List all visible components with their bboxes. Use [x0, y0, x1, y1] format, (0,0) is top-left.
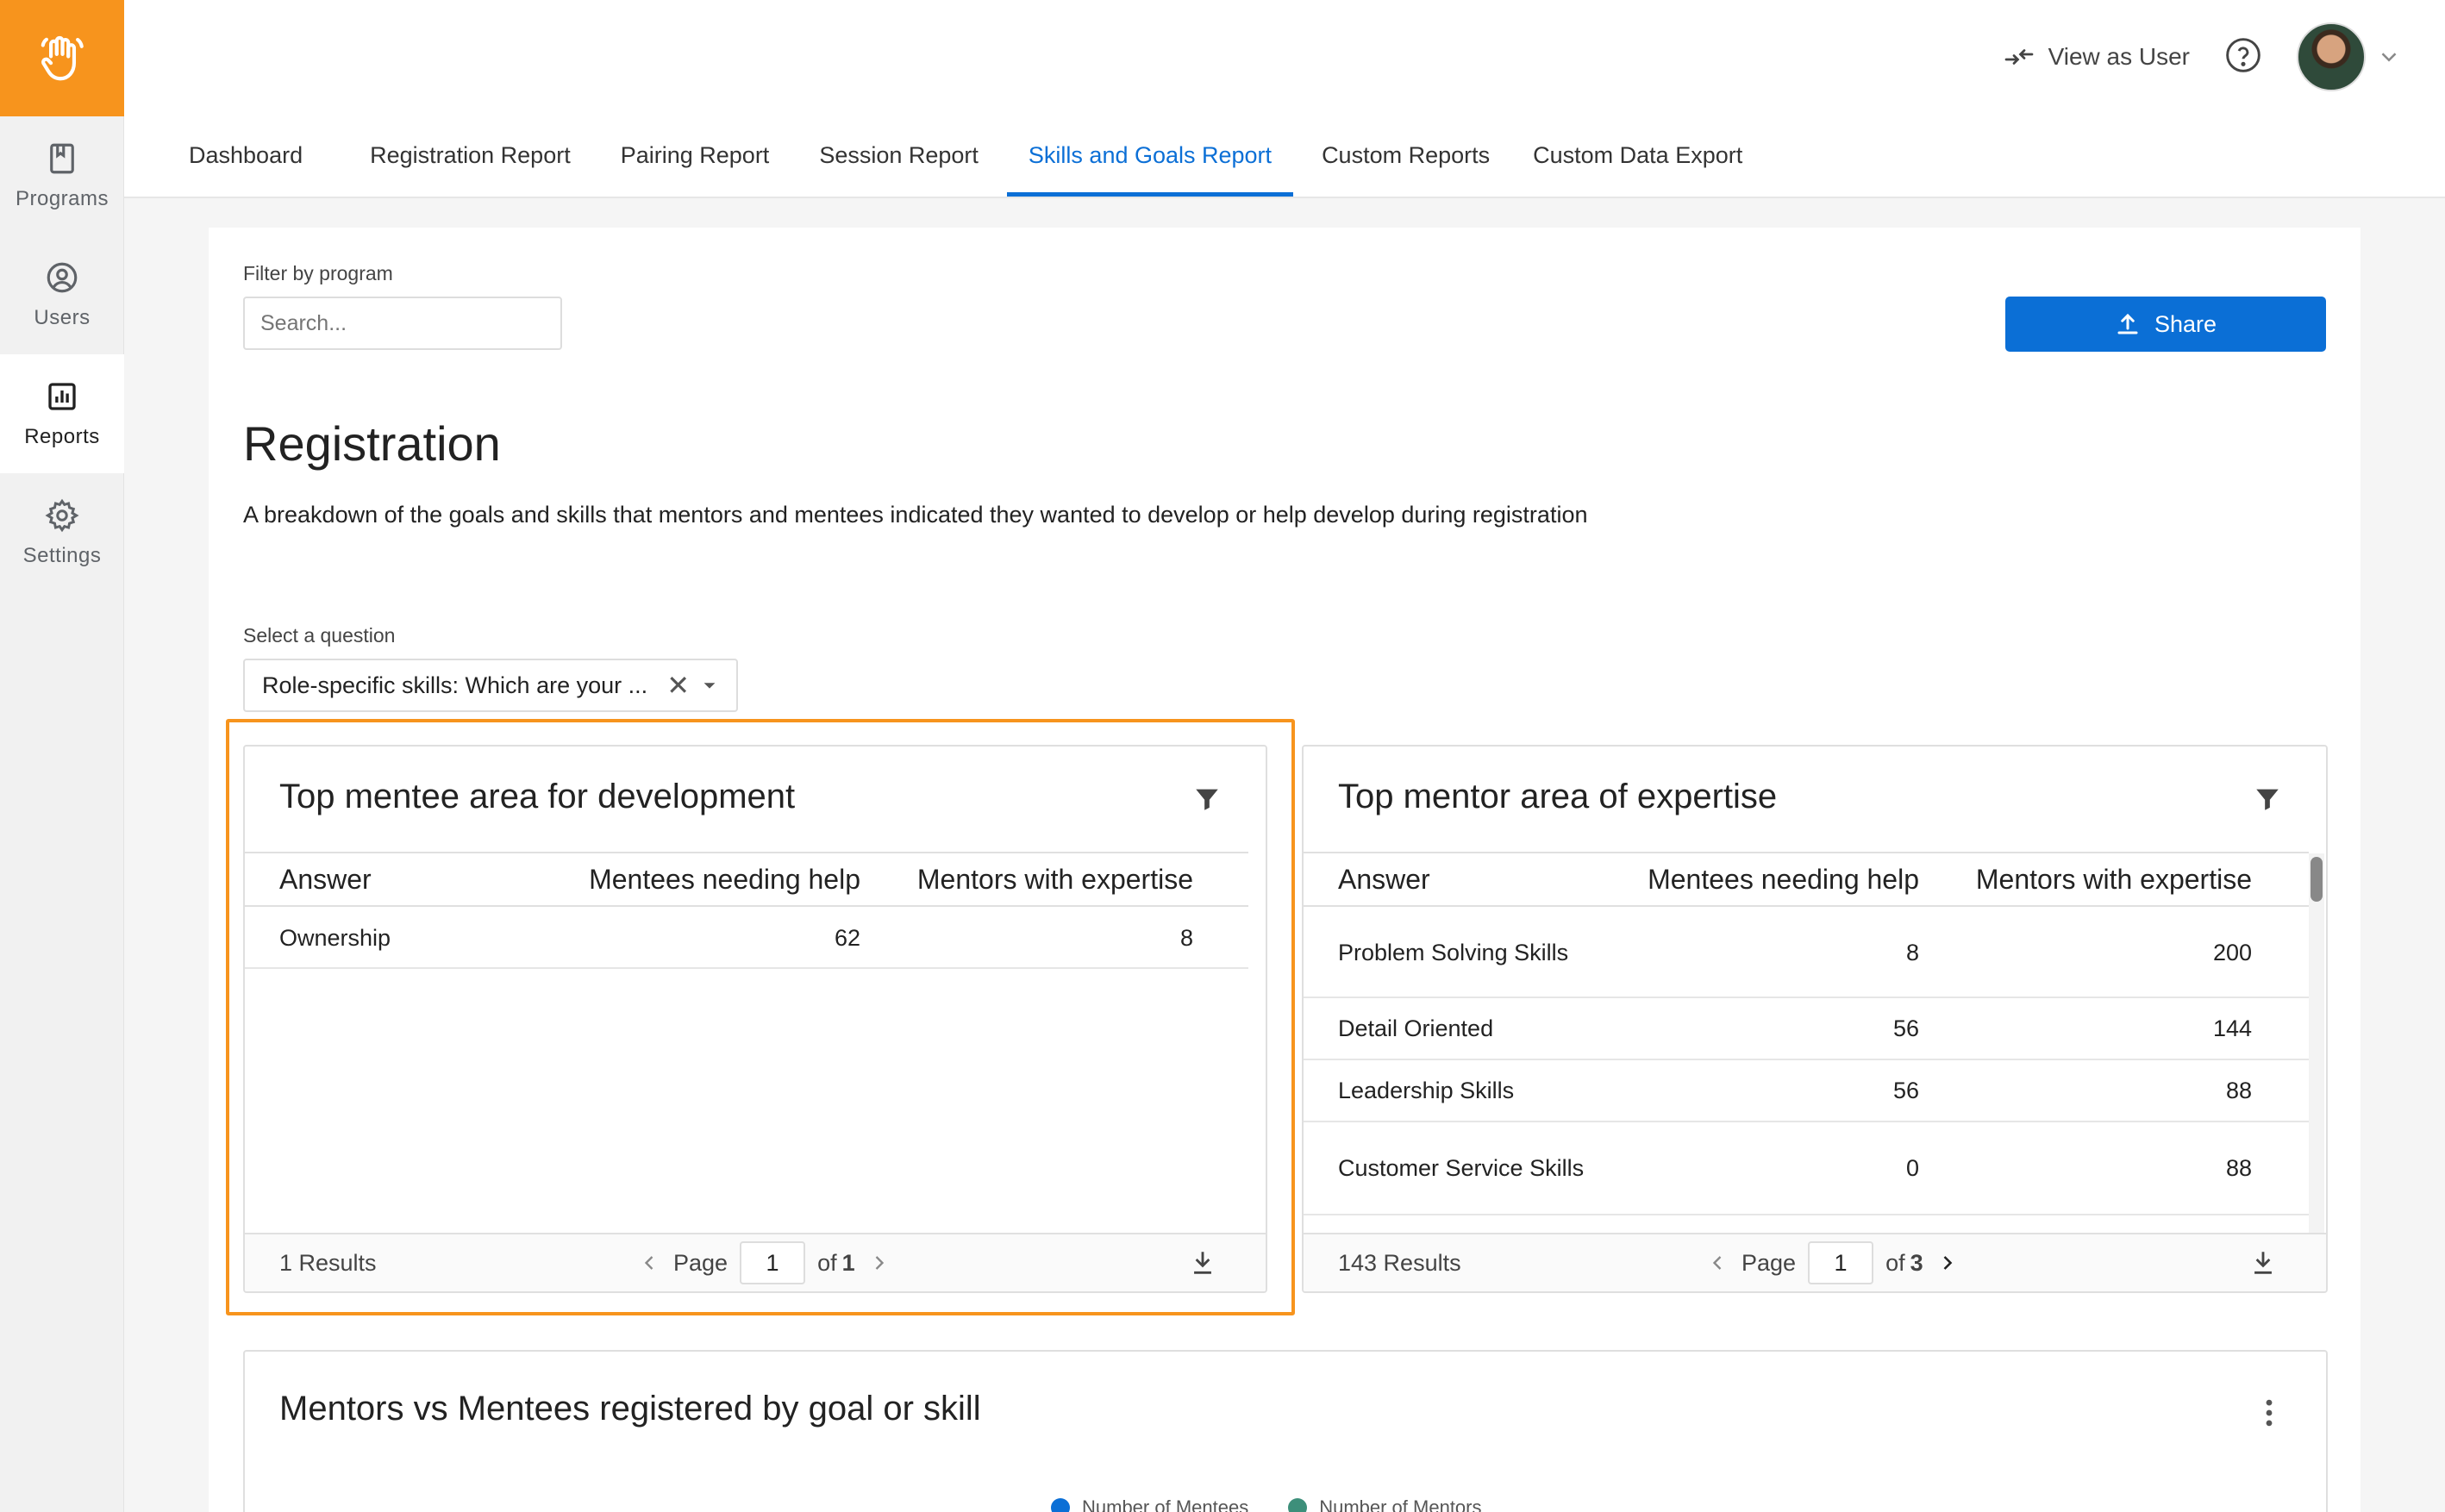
- cell-mentees: 56: [1892, 1015, 1919, 1041]
- table-row[interactable]: Problem Solving Skills 8 200: [1304, 909, 2309, 998]
- table-row[interactable]: Leadership Skills 56 88: [1304, 1060, 2309, 1122]
- upload-icon: [2117, 313, 2138, 334]
- tab-pairing-report[interactable]: Pairing Report: [599, 119, 791, 197]
- page-input[interactable]: 1: [1808, 1241, 1874, 1284]
- cell-mentors: 144: [2212, 1015, 2252, 1041]
- column-header-mentors[interactable]: Mentors with expertise: [1919, 864, 2252, 896]
- highlight-frame: [226, 719, 1295, 1315]
- sidebar-item-reports[interactable]: Reports: [0, 354, 124, 473]
- share-label: Share: [2154, 310, 2217, 337]
- report-tabs: Dashboard Registration Report Pairing Re…: [167, 119, 1771, 197]
- cell-mentees: 0: [1905, 1154, 1919, 1181]
- sidebar-item-label: Programs: [15, 187, 109, 210]
- mentor-expertise-card: Top mentor area of expertise Answer Ment…: [1302, 745, 2328, 1293]
- switch-arrows-icon: [2004, 49, 2033, 65]
- bar-chart-icon: [48, 383, 76, 410]
- legend-item-mentors[interactable]: Number of Mentors: [1288, 1496, 1482, 1512]
- cell-mentors: 88: [2225, 1077, 2252, 1103]
- legend-label: Number of Mentees: [1082, 1496, 1249, 1512]
- program-search-input[interactable]: [243, 297, 562, 350]
- sidebar-item-label: Reports: [24, 425, 100, 448]
- sidebar-item-label: Users: [34, 306, 91, 329]
- cell-mentees: 56: [1892, 1077, 1919, 1103]
- chevron-down-icon: [2381, 53, 2397, 62]
- sidebar-item-programs[interactable]: Programs: [0, 116, 124, 235]
- legend-item-mentees[interactable]: Number of Mentees: [1051, 1496, 1248, 1512]
- chart-legend: Number of Mentees Number of Mentors: [1051, 1496, 1482, 1512]
- table-body: Problem Solving Skills 8 200 Detail Orie…: [1304, 909, 2309, 1215]
- card-title: Top mentor area of expertise: [1338, 778, 1778, 815]
- cell-answer: Detail Oriented: [1338, 1015, 1494, 1041]
- caret-down-icon[interactable]: [700, 676, 719, 695]
- page-label: Page: [1742, 1249, 1797, 1276]
- share-button[interactable]: Share: [2005, 297, 2326, 352]
- sidebar: Programs Users Reports Settings: [0, 0, 124, 1512]
- filter-label: Filter by program: [243, 262, 393, 284]
- table-row[interactable]: Customer Service Skills 0 88: [1304, 1122, 2309, 1215]
- download-icon[interactable]: [2248, 1246, 2278, 1285]
- page-description: A breakdown of the goals and skills that…: [243, 502, 1588, 528]
- chart-title: Mentors vs Mentees registered by goal or…: [279, 1390, 981, 1428]
- question-label: Select a question: [243, 624, 396, 647]
- column-header-answer[interactable]: Answer: [1304, 864, 1588, 896]
- topbar: View as User: [2004, 21, 2402, 93]
- table-scrollbar[interactable]: [2309, 853, 2324, 1262]
- tab-dashboard[interactable]: Dashboard: [167, 119, 324, 197]
- app-logo[interactable]: [0, 0, 124, 116]
- user-menu[interactable]: [2297, 22, 2402, 91]
- cell-mentees: 8: [1905, 939, 1919, 965]
- cell-answer: Leadership Skills: [1338, 1077, 1515, 1103]
- view-as-user-button[interactable]: View as User: [2004, 43, 2190, 71]
- cell-mentors: 200: [2212, 939, 2252, 965]
- bookmark-icon: [50, 143, 74, 174]
- view-as-user-label: View as User: [2048, 43, 2190, 70]
- clear-icon[interactable]: ✕: [666, 669, 690, 702]
- registration-chart-card: Mentors vs Mentees registered by goal or…: [243, 1350, 2328, 1512]
- cell-answer: Customer Service Skills: [1338, 1154, 1585, 1181]
- hand-wave-icon: [41, 35, 84, 80]
- scrollbar-thumb[interactable]: [2311, 857, 2323, 902]
- column-header-mentees[interactable]: Mentees needing help: [1588, 864, 1919, 896]
- main-content: Filter by program Share Registration A b…: [209, 228, 2361, 1512]
- tab-skills-and-goals-report[interactable]: Skills and Goals Report: [1006, 119, 1294, 197]
- sidebar-item-label: Settings: [22, 544, 102, 567]
- of-label: of: [1885, 1249, 1905, 1276]
- tab-custom-data-export[interactable]: Custom Data Export: [1511, 119, 1764, 197]
- tab-session-report[interactable]: Session Report: [797, 119, 1000, 197]
- legend-label: Number of Mentors: [1319, 1496, 1482, 1512]
- table-header: Answer Mentees needing help Mentors with…: [1304, 852, 2309, 907]
- tab-custom-reports[interactable]: Custom Reports: [1300, 119, 1511, 197]
- table-footer: 143 Results Page 1 of 3: [1304, 1233, 2326, 1291]
- question-value: Role-specific skills: Which are your ...: [262, 672, 648, 698]
- total-pages: 3: [1910, 1249, 1923, 1276]
- help-icon[interactable]: [2224, 36, 2262, 78]
- cell-mentors: 88: [2225, 1154, 2252, 1181]
- tab-registration-report[interactable]: Registration Report: [348, 119, 592, 197]
- avatar: [2297, 22, 2366, 91]
- gear-icon: [45, 498, 79, 533]
- chevron-left-icon[interactable]: [1705, 1251, 1729, 1275]
- more-options-icon[interactable]: [2264, 1398, 2274, 1432]
- results-count: 143 Results: [1338, 1249, 1461, 1276]
- legend-dot: [1288, 1498, 1308, 1512]
- cell-answer: Problem Solving Skills: [1338, 939, 1569, 965]
- filter-icon[interactable]: [2252, 784, 2283, 818]
- question-select[interactable]: Role-specific skills: Which are your ...…: [243, 659, 738, 712]
- table-row[interactable]: Detail Oriented 56 144: [1304, 998, 2309, 1060]
- user-circle-icon: [47, 262, 78, 293]
- sidebar-item-settings[interactable]: Settings: [0, 473, 124, 592]
- header: View as User Dashboard Registration Repo…: [124, 0, 2445, 198]
- page-title: Registration: [243, 416, 501, 471]
- legend-dot: [1051, 1498, 1070, 1512]
- chevron-right-icon[interactable]: [1935, 1251, 1960, 1275]
- pagination: Page 1 of 3: [1705, 1241, 1960, 1284]
- sidebar-item-users[interactable]: Users: [0, 235, 124, 354]
